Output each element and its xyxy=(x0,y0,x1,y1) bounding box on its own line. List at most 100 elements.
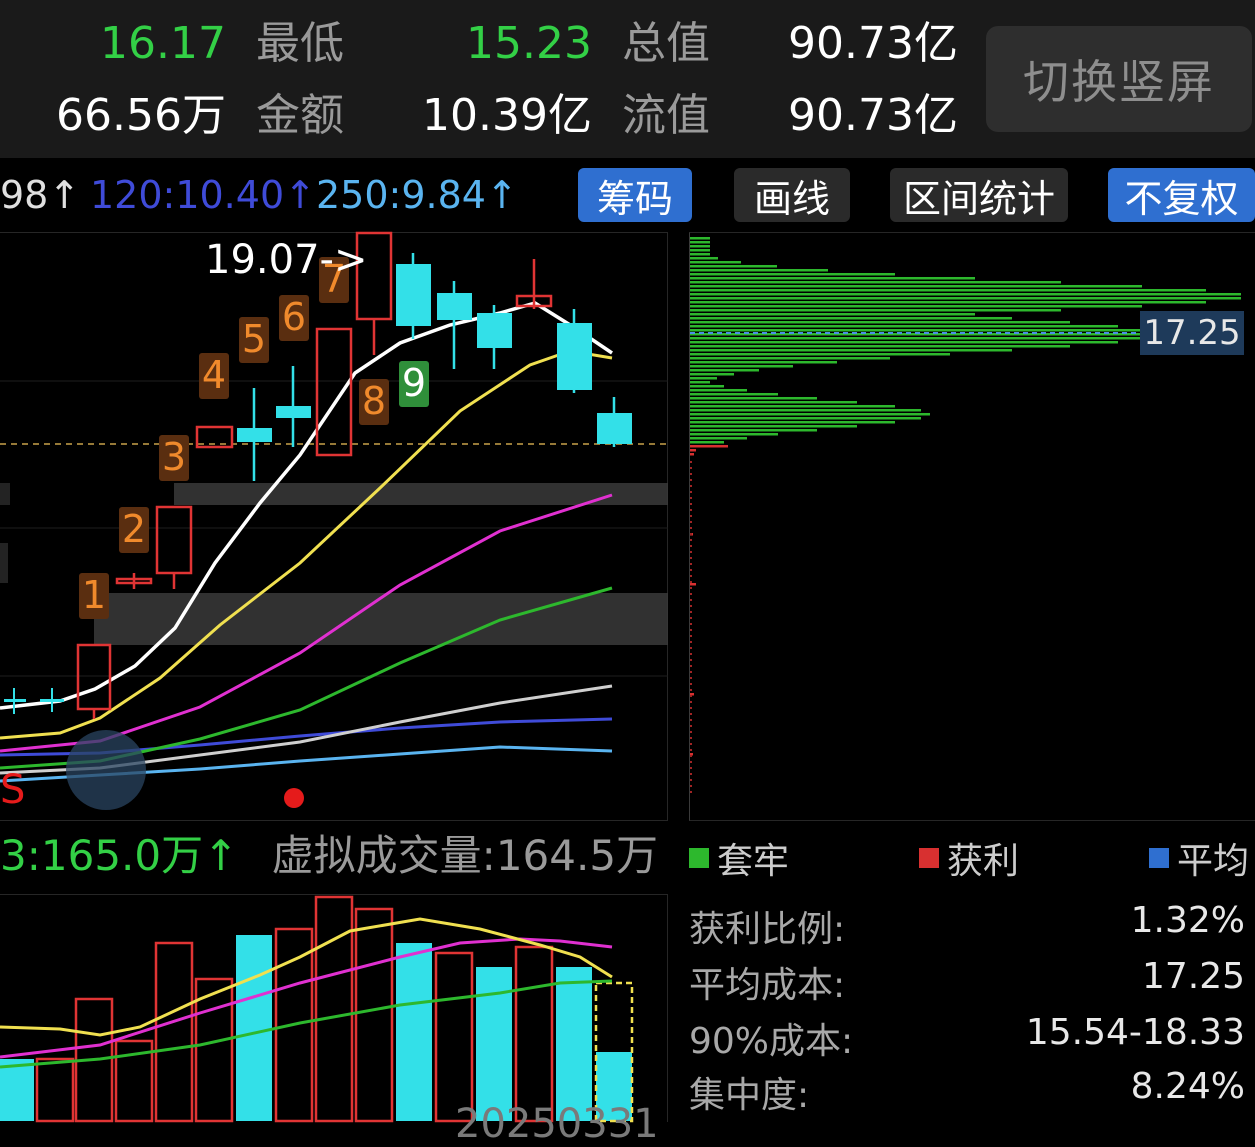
kline-svg xyxy=(0,231,668,810)
chip-bar-trapped xyxy=(690,305,1142,308)
chip-bar-profit xyxy=(690,707,692,709)
chip-distribution-chart[interactable]: 17.25 xyxy=(689,232,1255,821)
no-adjust-button[interactable]: 不复权 xyxy=(1108,168,1255,222)
chip-bar-profit xyxy=(690,695,692,697)
chips-button[interactable]: 筹码 xyxy=(578,168,692,222)
chip-bar-profit xyxy=(690,701,692,703)
chip-bar-profit xyxy=(690,473,692,475)
range-stats-button[interactable]: 区间统计 xyxy=(890,168,1068,222)
vol-ma-green xyxy=(0,979,613,1069)
chip-bar-trapped xyxy=(690,421,895,424)
avg-cost-label: 17.25 xyxy=(1140,311,1244,355)
volume-chart[interactable] xyxy=(0,894,668,1123)
chip-bar-trapped xyxy=(690,325,1118,328)
candles xyxy=(4,231,632,719)
td-count-8: 8 xyxy=(361,379,387,423)
chip-bar-trapped xyxy=(690,441,724,444)
chip-bar-profit xyxy=(690,453,694,456)
chip-bar-trapped xyxy=(690,369,759,372)
chip-bar-trapped xyxy=(690,301,1206,304)
chip-bar-trapped xyxy=(690,237,710,240)
ma-value-120: 120:10.40↑ xyxy=(90,173,316,217)
td-count-3: 3 xyxy=(161,435,187,479)
chip-bar-profit xyxy=(690,563,692,565)
chip-bar-trapped xyxy=(690,433,778,436)
legend-trapped: 套牢 xyxy=(689,832,789,884)
chip-bar-trapped xyxy=(690,289,1206,292)
chip-bar-profit xyxy=(690,653,692,655)
chip-bar-trapped xyxy=(690,277,975,280)
td-count-1: 1 xyxy=(81,573,107,617)
switch-portrait-button[interactable]: 切换竖屏 xyxy=(986,26,1252,132)
chip-bar-profit xyxy=(690,497,692,499)
chip-bar-profit xyxy=(690,665,692,667)
chip-bar-profit xyxy=(690,491,692,493)
chip-bar-profit xyxy=(690,575,692,577)
stat-profit-ratio: 获利比例: 1.32% xyxy=(689,900,1245,950)
chip-legend: 套牢 获利 平均 xyxy=(689,832,1255,882)
quote-header: 16.17 最低 15.23 总值 90.73亿 66.56万 金额 10.39… xyxy=(0,0,1255,158)
chip-bar-profit xyxy=(690,761,692,763)
chip-bar-profit xyxy=(690,677,692,679)
chip-bar-trapped xyxy=(690,313,975,316)
chip-bar-profit xyxy=(690,551,692,553)
amount-label: 金额 xyxy=(256,90,344,141)
kline-chart[interactable]: 1 2 3 4 5 6 7 8 9 19.07-> S xyxy=(0,231,668,821)
chip-bar-trapped xyxy=(690,389,747,392)
chip-bar-trapped xyxy=(690,241,710,244)
chip-bar-trapped xyxy=(690,361,837,364)
chip-bar-profit xyxy=(690,617,692,619)
chip-bar-profit xyxy=(690,445,728,448)
chip-bar-trapped xyxy=(690,409,921,412)
chip-bar-trapped xyxy=(690,385,724,388)
chip-bar-profit xyxy=(690,719,692,721)
cursor-handle[interactable] xyxy=(66,730,146,810)
chip-bar-trapped xyxy=(690,337,1149,340)
chip-bar-profit xyxy=(690,611,692,613)
chip-bar-profit xyxy=(690,533,692,535)
volume-value: 66.56万 xyxy=(56,90,226,141)
chip-bar-profit xyxy=(690,545,692,547)
chip-bar-trapped xyxy=(690,317,1012,320)
chip-bar-profit xyxy=(690,509,692,511)
ma-value-98: 98↑ xyxy=(0,173,81,217)
low-value-top: 16.17 xyxy=(100,18,226,69)
signal-dot xyxy=(284,788,304,808)
chip-bar-trapped xyxy=(690,365,793,368)
chip-bar-profit xyxy=(690,737,692,739)
chip-bar-trapped xyxy=(690,425,857,428)
chip-bar-profit xyxy=(690,461,692,463)
chip-bar-profit xyxy=(690,515,692,517)
chip-bar-profit xyxy=(690,713,692,715)
float-value: 90.73亿 xyxy=(788,90,958,141)
chip-bar-trapped xyxy=(690,393,778,396)
chip-bar-profit xyxy=(690,527,692,529)
chip-bar-trapped xyxy=(690,265,777,268)
td-count-4: 4 xyxy=(201,353,227,397)
volume-svg xyxy=(0,895,634,1123)
chip-bar-trapped xyxy=(690,353,950,356)
chip-bar-trapped xyxy=(690,269,828,272)
chip-bar-trapped xyxy=(690,257,718,260)
chip-bar-profit xyxy=(690,731,692,733)
chip-bar-profit xyxy=(690,593,692,595)
chip-bar-trapped xyxy=(690,341,1118,344)
sell-signal: S xyxy=(0,767,26,813)
chip-bar-profit xyxy=(690,521,692,523)
chip-bar-profit xyxy=(690,605,692,607)
chip-bar-trapped xyxy=(690,281,1061,284)
chip-bar-trapped xyxy=(690,321,1070,324)
total-value-label: 总值 xyxy=(622,18,710,69)
chip-bar-trapped xyxy=(690,297,1241,300)
chip-bar-profit xyxy=(690,671,692,673)
chip-bar-profit xyxy=(690,767,692,769)
chip-bar-profit xyxy=(690,683,692,685)
draw-line-button[interactable]: 画线 xyxy=(734,168,850,222)
trapped-swatch xyxy=(689,848,709,868)
chip-bar-profit xyxy=(690,539,692,541)
chip-bar-trapped xyxy=(690,437,747,440)
chip-bar-trapped xyxy=(690,397,817,400)
low-price-value: 15.23 xyxy=(466,18,592,69)
chip-bar-profit xyxy=(690,779,692,781)
chip-bar-trapped xyxy=(690,253,710,256)
